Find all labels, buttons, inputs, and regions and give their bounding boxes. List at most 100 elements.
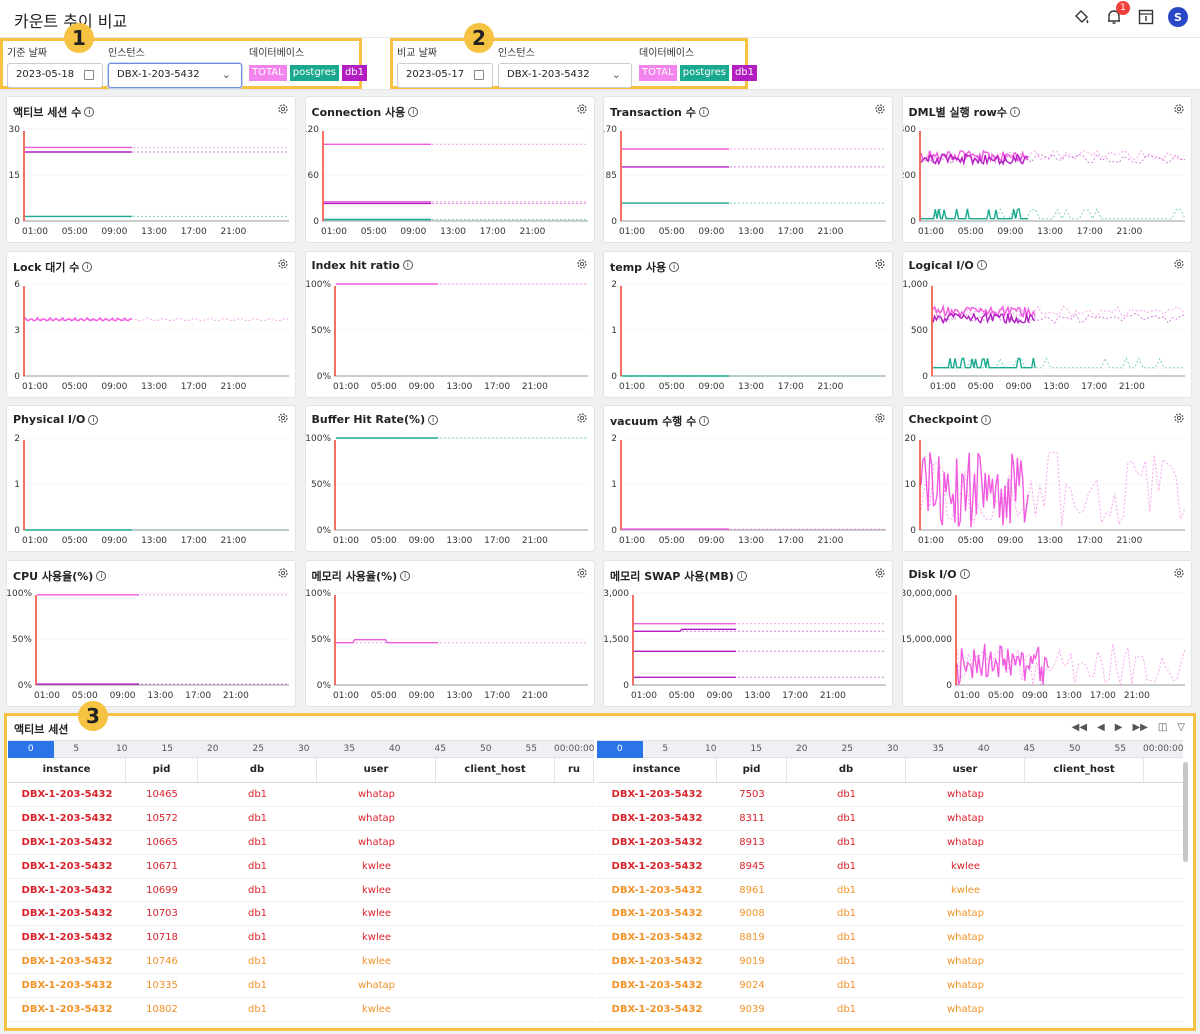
timeline-tick[interactable]: 35 — [916, 741, 962, 758]
timeline-tick[interactable]: 25 — [236, 741, 282, 758]
bell-icon[interactable]: 1 — [1104, 1, 1130, 27]
filter-icon[interactable]: ▽ — [1177, 722, 1185, 733]
table-row[interactable]: DBX-1-203-5432 10572 db1 whatap — [8, 807, 594, 831]
info-icon[interactable]: i — [1009, 107, 1020, 117]
next-icon[interactable]: ▶ — [1115, 722, 1123, 733]
table-row[interactable]: DBX-1-203-5432 10699 db1 kwlee — [8, 879, 594, 903]
timeline-tick[interactable]: 5 — [54, 741, 100, 758]
timeline-tick[interactable]: 20 — [779, 741, 825, 758]
timeline-tick[interactable]: 00:00:00 — [554, 741, 594, 758]
column-header[interactable]: client_host — [1025, 758, 1144, 782]
timeline-tick[interactable]: 10 — [99, 741, 145, 758]
table-row[interactable]: DBX-1-203-5432 10802 db1 kwlee — [8, 998, 594, 1022]
column-header[interactable]: client_host — [436, 758, 555, 782]
column-header[interactable]: pid — [126, 758, 198, 782]
table-row[interactable]: DBX-1-203-5432 9024 db1 whatap — [597, 974, 1183, 999]
column-header[interactable]: instance — [8, 758, 126, 782]
gear-icon[interactable] — [277, 567, 289, 579]
timeline-tick[interactable]: 00:00:00 — [1143, 741, 1183, 758]
table-row[interactable]: DBX-1-203-5432 10335 db1 whatap — [8, 974, 594, 999]
tag-total[interactable]: TOTAL — [249, 65, 287, 81]
timeline-tick[interactable]: 45 — [418, 741, 464, 758]
info-icon[interactable]: i — [981, 414, 991, 425]
vertical-scrollbar[interactable] — [1183, 762, 1188, 862]
gear-icon[interactable] — [874, 103, 886, 115]
gear-icon[interactable] — [576, 258, 588, 270]
timeline-tick[interactable]: 0 — [8, 741, 54, 758]
gear-icon[interactable] — [1173, 567, 1185, 579]
gear-icon[interactable] — [874, 258, 886, 270]
gear-icon[interactable] — [1173, 412, 1185, 424]
table-row[interactable]: DBX-1-203-5432 9039 db1 whatap — [597, 998, 1183, 1022]
timeline-tick[interactable]: 25 — [825, 741, 871, 758]
info-icon[interactable]: i — [82, 261, 93, 272]
timeline-tick[interactable]: 50 — [1052, 741, 1098, 758]
table-row[interactable]: DBX-1-203-5432 8913 db1 whatap — [597, 831, 1183, 855]
gear-icon[interactable] — [277, 412, 289, 424]
table-row[interactable]: DBX-1-203-5432 10465 db1 whatap — [8, 783, 594, 807]
first-page-icon[interactable]: ◀◀ — [1072, 722, 1087, 733]
table-row[interactable]: DBX-1-203-5432 8945 db1 kwlee — [597, 855, 1183, 879]
column-header[interactable]: ru — [555, 758, 594, 782]
info-icon[interactable]: i — [400, 570, 411, 581]
timeline-tick[interactable]: 30 — [870, 741, 916, 758]
table-row[interactable]: DBX-1-203-5432 10671 db1 kwlee — [8, 855, 594, 879]
timeline-tick[interactable]: 0 — [597, 741, 643, 758]
gear-icon[interactable] — [576, 103, 588, 115]
gear-icon[interactable] — [1173, 258, 1185, 270]
column-header[interactable]: db — [198, 758, 317, 782]
table-row[interactable]: DBX-1-203-5432 10665 db1 whatap — [8, 831, 594, 855]
table-row[interactable]: DBX-1-203-5432 8961 db1 kwlee — [597, 879, 1183, 903]
info-icon[interactable]: i — [402, 260, 413, 270]
column-header[interactable]: instance — [597, 758, 717, 782]
column-header[interactable]: db — [787, 758, 906, 782]
table-row[interactable]: DBX-1-203-5432 10718 db1 kwlee — [8, 926, 594, 951]
info-icon[interactable]: i — [736, 570, 747, 581]
gear-icon[interactable] — [576, 412, 588, 424]
timeline-tick[interactable]: 10 — [688, 741, 734, 758]
info-icon[interactable]: i — [88, 414, 99, 425]
gear-icon[interactable] — [277, 258, 289, 270]
paint-bucket-icon[interactable] — [1072, 7, 1092, 27]
gear-icon[interactable] — [1173, 103, 1185, 115]
table-row[interactable]: DBX-1-203-5432 8819 db1 whatap — [597, 926, 1183, 951]
gear-icon[interactable] — [576, 567, 588, 579]
timeline-tick[interactable]: 30 — [281, 741, 327, 758]
gear-icon[interactable] — [277, 103, 289, 115]
timeline-tick[interactable]: 45 — [1007, 741, 1053, 758]
info-icon[interactable]: i — [84, 107, 95, 117]
timeline-bar[interactable]: 0 5 10 15 20 25 30 35 40 45 50 55 00:00:00 — [597, 740, 1183, 758]
timeline-bar[interactable]: 0 5 10 15 20 25 30 35 40 45 50 55 00:00:00 — [8, 740, 594, 758]
compare-instance-select[interactable]: DBX-1-203-5432 ⌄ — [498, 63, 632, 88]
tag-postgres[interactable]: postgres — [289, 65, 339, 81]
timeline-tick[interactable]: 15 — [734, 741, 780, 758]
timeline-tick[interactable]: 40 — [961, 741, 1007, 758]
timeline-tick[interactable]: 40 — [372, 741, 418, 758]
table-row[interactable]: DBX-1-203-5432 9019 db1 whatap — [597, 950, 1183, 975]
timeline-tick[interactable]: 15 — [145, 741, 191, 758]
prev-icon[interactable]: ◀ — [1097, 722, 1105, 733]
info-icon[interactable]: i — [698, 107, 709, 117]
table-row[interactable]: DBX-1-203-5432 10703 db1 kwlee — [8, 902, 594, 927]
timeline-tick[interactable]: 20 — [190, 741, 236, 758]
info-icon[interactable]: i — [408, 107, 419, 117]
info-icon[interactable]: i — [699, 416, 710, 426]
info-icon[interactable]: i — [96, 570, 107, 581]
column-header[interactable]: pid — [717, 758, 787, 782]
timeline-tick[interactable]: 35 — [327, 741, 373, 758]
column-header[interactable]: user — [317, 758, 436, 782]
info-panel-icon[interactable] — [1136, 7, 1156, 27]
tag-total[interactable]: TOTAL — [639, 65, 677, 81]
info-icon[interactable]: i — [959, 569, 970, 579]
timeline-tick[interactable]: 55 — [509, 741, 555, 758]
info-icon[interactable]: i — [428, 414, 439, 425]
last-page-icon[interactable]: ▶▶ — [1132, 722, 1147, 733]
avatar[interactable]: S — [1168, 7, 1188, 27]
gear-icon[interactable] — [874, 412, 886, 424]
tag-db1[interactable]: db1 — [341, 65, 367, 81]
tag-postgres[interactable]: postgres — [679, 65, 729, 81]
gear-icon[interactable] — [874, 567, 886, 579]
table-row[interactable]: DBX-1-203-5432 8311 db1 whatap — [597, 807, 1183, 831]
base-instance-select[interactable]: DBX-1-203-5432 ⌄ — [108, 63, 242, 88]
table-row[interactable]: DBX-1-203-5432 7503 db1 whatap — [597, 783, 1183, 807]
